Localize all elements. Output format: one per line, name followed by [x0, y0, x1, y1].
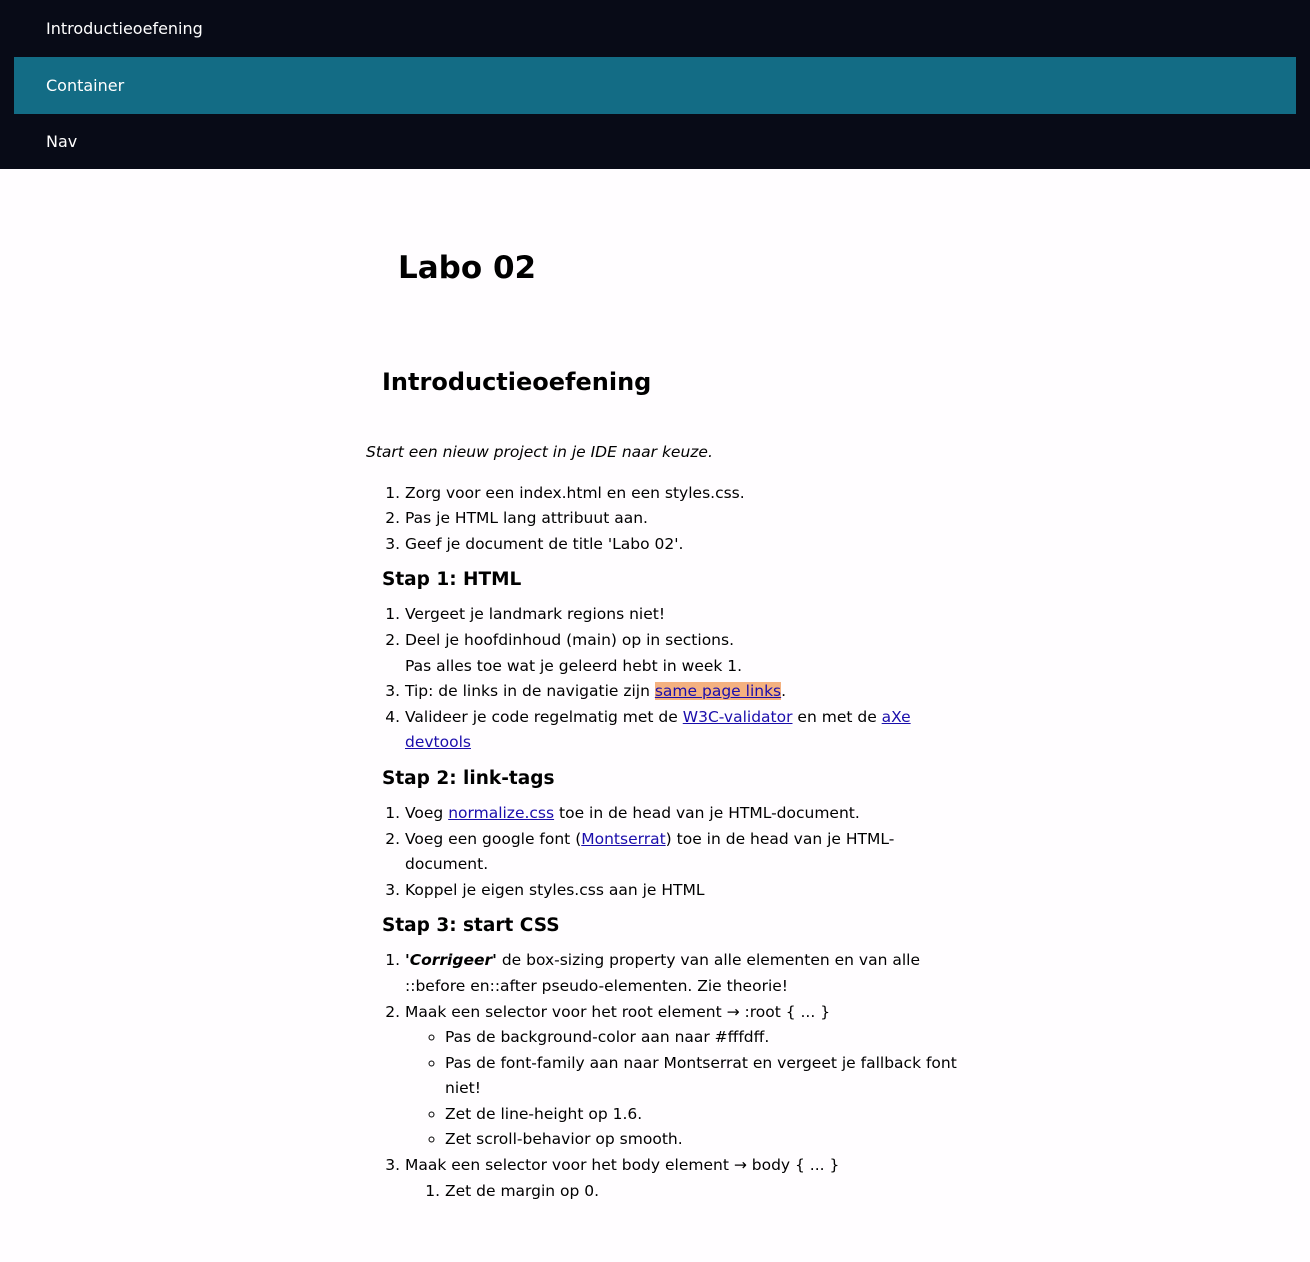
- list-item-text: toe in de head van je HTML-document.: [554, 803, 860, 822]
- normalize-css-link[interactable]: normalize.css: [448, 804, 554, 822]
- page-title: Labo 02: [398, 250, 537, 286]
- list-item: Valideer je code regelmatig met de W3C-v…: [405, 705, 976, 756]
- list-item-text: .: [781, 682, 787, 701]
- list-item: Maak een selector voor het root element …: [405, 1000, 976, 1154]
- nav-list: Introductieoefening Container Nav: [14, 0, 1296, 170]
- w3c-validator-link[interactable]: W3C-validator: [683, 708, 793, 726]
- list-item-text: en met de: [792, 707, 882, 726]
- list-item: Tip: de links in de navigatie zijn same …: [405, 679, 976, 705]
- list-item: Voeg een google font (Montserrat) toe in…: [405, 827, 976, 878]
- section-title: Introductieoefening: [382, 368, 652, 396]
- nav-item-nav[interactable]: Nav: [14, 114, 1296, 171]
- intro-text: Start een nieuw project in je IDE naar k…: [366, 443, 713, 461]
- montserrat-link[interactable]: Montserrat: [581, 830, 665, 848]
- list-item-text: Maak een selector voor het root element …: [405, 1002, 831, 1021]
- list-item-text: Valideer je code regelmatig met de: [405, 707, 683, 726]
- list-item: Zorg voor een index.html en een styles.c…: [405, 481, 976, 507]
- list-item-text: Voeg: [405, 803, 449, 822]
- list-item: Maak een selector voor het body element …: [405, 1153, 976, 1204]
- list-item: 'Corrigeer' de box-sizing property van a…: [405, 948, 976, 999]
- main-content: Start een nieuw project in je IDE naar k…: [366, 440, 976, 1204]
- top-navigation: Introductieoefening Container Nav: [0, 0, 1310, 169]
- sublist-item: Zet de margin op 0.: [445, 1179, 976, 1205]
- root-sublist: Pas de background-color aan naar #fffdff…: [405, 1025, 976, 1153]
- list-item: Pas je HTML lang attribuut aan.: [405, 506, 976, 532]
- step2-heading: Stap 2: link-tags: [382, 767, 555, 789]
- intro-list: Zorg voor een index.html en een styles.c…: [366, 481, 976, 558]
- list-item-text: Maak een selector voor het body element …: [405, 1156, 840, 1175]
- list-item: Deel je hoofdinhoud (main) op in section…: [405, 628, 976, 679]
- nav-item-container[interactable]: Container: [14, 56, 1296, 114]
- list-item-text: Pas alles toe wat je geleerd hebt in wee…: [405, 656, 743, 675]
- step1-list: Vergeet je landmark regions niet! Deel j…: [366, 602, 976, 756]
- step3-heading: Stap 3: start CSS: [382, 915, 560, 937]
- body-sublist: Zet de margin op 0.: [405, 1179, 976, 1205]
- same-page-links-link[interactable]: same page links: [654, 682, 782, 701]
- list-item: Koppel je eigen styles.css aan je HTML: [405, 878, 976, 904]
- sublist-item: Pas de font-family aan naar Montserrat e…: [445, 1051, 976, 1102]
- sublist-item: Zet de line-height op 1.6.: [445, 1102, 976, 1128]
- list-item: Vergeet je landmark regions niet!: [405, 602, 976, 628]
- sublist-item: Pas de background-color aan naar #fffdff…: [445, 1025, 976, 1051]
- step2-list: Voeg normalize.css toe in de head van je…: [366, 801, 976, 903]
- step3-list: 'Corrigeer' de box-sizing property van a…: [366, 948, 976, 1204]
- list-item: Geef je document de title 'Labo 02'.: [405, 532, 976, 558]
- sublist-item: Zet scroll-behavior op smooth.: [445, 1127, 976, 1153]
- step1-heading: Stap 1: HTML: [382, 569, 522, 591]
- nav-item-introductieoefening[interactable]: Introductieoefening: [14, 0, 1296, 57]
- list-item: Voeg normalize.css toe in de head van je…: [405, 801, 976, 827]
- emphasis-text: 'Corrigeer': [405, 951, 497, 970]
- list-item-text: Voeg een google font (: [405, 829, 582, 848]
- list-item-text: Tip: de links in de navigatie zijn: [405, 682, 655, 701]
- list-item-text: Deel je hoofdinhoud (main) op in section…: [405, 630, 735, 649]
